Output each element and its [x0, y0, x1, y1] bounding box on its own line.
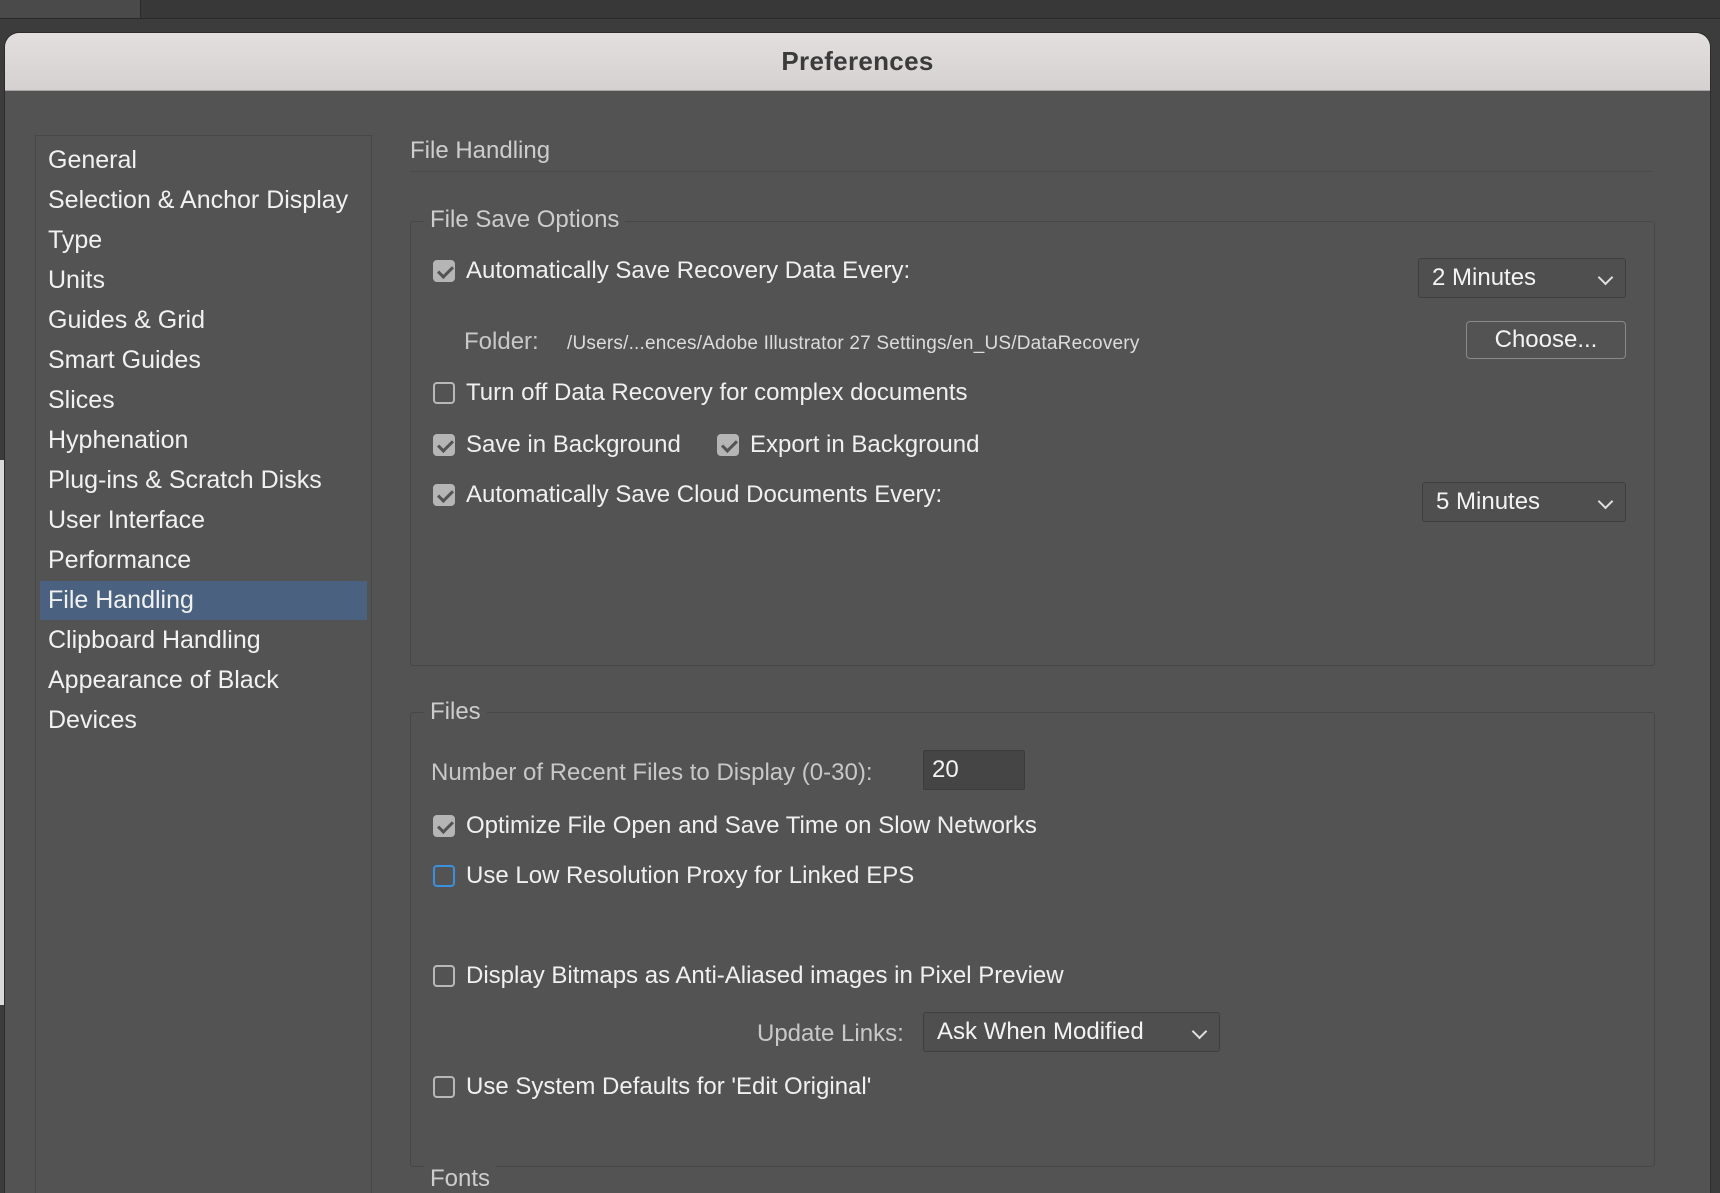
- sidebar-item-appearance-of-black[interactable]: Appearance of Black: [40, 661, 367, 700]
- section-divider: [410, 171, 1653, 172]
- recovery-interval-value: 2 Minutes: [1432, 264, 1537, 291]
- fonts-section-label: Fonts: [424, 1165, 497, 1193]
- recent-files-input[interactable]: 20: [923, 750, 1025, 790]
- sidebar-item-units[interactable]: Units: [40, 261, 367, 300]
- file-save-options-label: File Save Options: [424, 206, 626, 234]
- sidebar-item-user-interface[interactable]: User Interface: [40, 501, 367, 540]
- recovery-folder-path: /Users/...ences/Adobe Illustrator 27 Set…: [567, 333, 1140, 354]
- choose-folder-button[interactable]: Choose...: [1466, 321, 1626, 359]
- preferences-dialog: Preferences General Selection & Anchor D…: [5, 33, 1710, 1193]
- system-defaults-edit-original-checkbox[interactable]: [433, 1076, 455, 1098]
- low-res-proxy-label: Use Low Resolution Proxy for Linked EPS: [466, 862, 915, 889]
- sidebar-item-general[interactable]: General: [40, 141, 367, 180]
- sidebar-item-devices[interactable]: Devices: [40, 701, 367, 740]
- auto-save-cloud-checkbox[interactable]: [433, 484, 455, 506]
- turn-off-recovery-checkbox[interactable]: [433, 382, 455, 404]
- save-in-background-checkbox[interactable]: [433, 434, 455, 456]
- window-tab-strip: [0, 0, 1720, 19]
- export-in-background-checkbox[interactable]: [717, 434, 739, 456]
- export-in-background-label: Export in Background: [750, 431, 980, 458]
- sidebar-item-plugins-scratch-disks[interactable]: Plug-ins & Scratch Disks: [40, 461, 367, 500]
- cloud-interval-dropdown[interactable]: 5 Minutes: [1422, 482, 1626, 522]
- auto-save-recovery-checkbox[interactable]: [433, 260, 455, 282]
- low-res-proxy-checkbox[interactable]: [433, 865, 455, 887]
- background-window-edge: [0, 460, 4, 1005]
- chevron-down-icon: [1597, 493, 1614, 510]
- auto-save-recovery-label: Automatically Save Recovery Data Every:: [466, 257, 911, 284]
- sidebar-item-slices[interactable]: Slices: [40, 381, 367, 420]
- auto-save-cloud-label: Automatically Save Cloud Documents Every…: [466, 481, 943, 508]
- sidebar-item-performance[interactable]: Performance: [40, 541, 367, 580]
- sidebar-item-hyphenation[interactable]: Hyphenation: [40, 421, 367, 460]
- files-label: Files: [424, 698, 487, 726]
- system-defaults-edit-original-label: Use System Defaults for 'Edit Original': [466, 1073, 872, 1100]
- recovery-interval-dropdown[interactable]: 2 Minutes: [1418, 258, 1626, 298]
- turn-off-recovery-label: Turn off Data Recovery for complex docum…: [466, 379, 968, 406]
- cloud-interval-value: 5 Minutes: [1436, 488, 1541, 515]
- optimize-slow-networks-checkbox[interactable]: [433, 815, 455, 837]
- optimize-slow-networks-label: Optimize File Open and Save Time on Slow…: [466, 812, 1037, 839]
- window-tab[interactable]: [0, 0, 141, 18]
- dialog-titlebar[interactable]: Preferences: [5, 33, 1710, 91]
- section-title: File Handling: [410, 137, 551, 164]
- dialog-title: Preferences: [781, 46, 934, 76]
- sidebar-item-file-handling[interactable]: File Handling: [40, 581, 367, 620]
- anti-aliased-bitmaps-checkbox[interactable]: [433, 965, 455, 987]
- anti-aliased-bitmaps-label: Display Bitmaps as Anti-Aliased images i…: [466, 962, 1064, 989]
- chevron-down-icon: [1191, 1023, 1208, 1040]
- update-links-dropdown[interactable]: Ask When Modified: [923, 1012, 1220, 1052]
- sidebar-item-type[interactable]: Type: [40, 221, 367, 260]
- preferences-sidebar: General Selection & Anchor Display Type …: [35, 135, 372, 1193]
- update-links-value: Ask When Modified: [937, 1018, 1144, 1045]
- sidebar-item-selection-anchor-display[interactable]: Selection & Anchor Display: [40, 181, 367, 220]
- update-links-label: Update Links:: [757, 1020, 904, 1047]
- sidebar-item-guides-grid[interactable]: Guides & Grid: [40, 301, 367, 340]
- chevron-down-icon: [1597, 269, 1614, 286]
- save-in-background-label: Save in Background: [466, 431, 681, 458]
- sidebar-item-smart-guides[interactable]: Smart Guides: [40, 341, 367, 380]
- sidebar-item-clipboard-handling[interactable]: Clipboard Handling: [40, 621, 367, 660]
- folder-label: Folder:: [464, 328, 539, 355]
- recent-files-label: Number of Recent Files to Display (0-30)…: [431, 759, 873, 786]
